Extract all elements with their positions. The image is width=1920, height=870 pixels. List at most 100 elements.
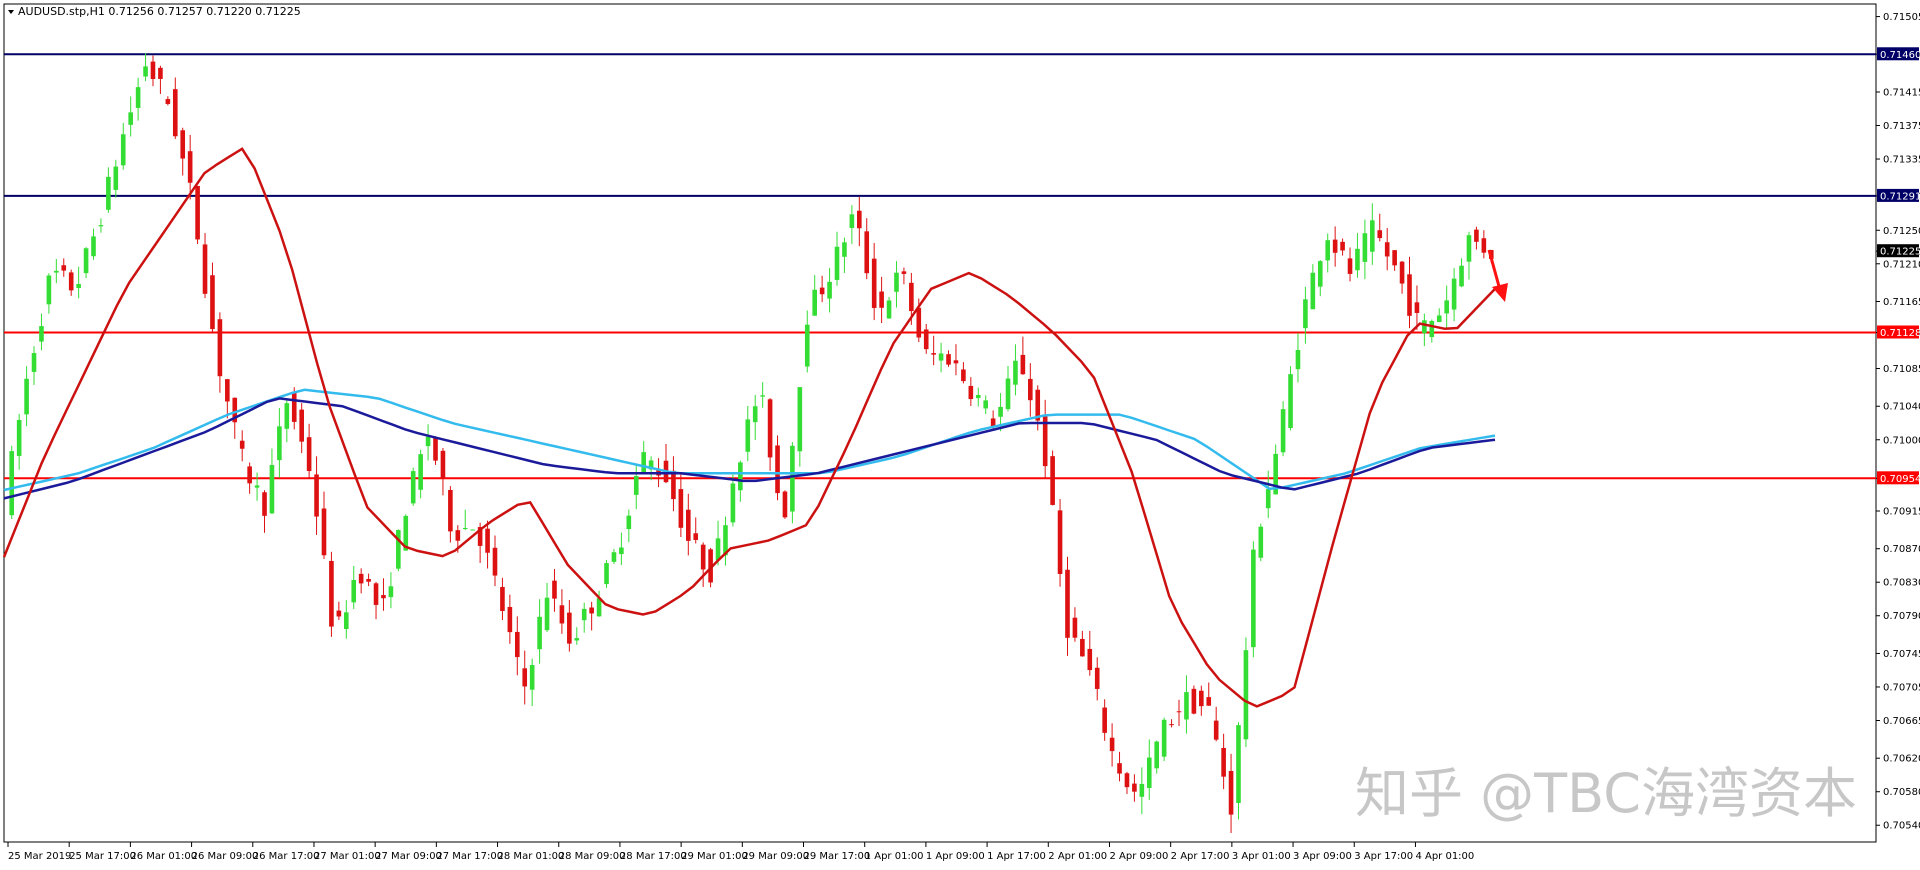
bull-candle xyxy=(24,378,29,415)
bull-candle xyxy=(284,403,290,429)
bear-candle xyxy=(864,231,870,274)
bear-candle xyxy=(1020,354,1026,375)
y-tick-label: 0.71165 xyxy=(1883,297,1920,308)
y-tick-label: 0.70665 xyxy=(1883,716,1920,727)
bull-candle xyxy=(1005,378,1011,410)
bear-candle xyxy=(775,445,780,494)
bear-candle xyxy=(909,282,914,312)
bull-candle xyxy=(418,454,423,490)
bear-candle xyxy=(507,606,513,633)
y-tick-label: 0.70830 xyxy=(1883,578,1920,589)
bear-candle xyxy=(767,399,773,458)
bear-candle xyxy=(901,271,907,274)
bull-candle xyxy=(1362,233,1368,262)
y-tick-label: 0.70540 xyxy=(1883,821,1920,832)
bear-candle xyxy=(500,586,505,611)
x-tick-label: 27 Mar 17:00 xyxy=(436,851,503,862)
x-tick-label: 29 Mar 09:00 xyxy=(742,851,809,862)
bull-candle xyxy=(804,324,810,367)
bear-candle xyxy=(1399,261,1405,284)
bull-candle xyxy=(1139,783,1145,797)
bull-candle xyxy=(1429,320,1435,338)
y-tick-label: 0.71505 xyxy=(1883,12,1920,23)
bull-candle xyxy=(143,66,148,77)
bull-candle xyxy=(715,538,721,561)
bear-candle xyxy=(321,508,327,556)
chart-window: AUDUSD.stp,H1 0.71256 0.71257 0.71220 0.… xyxy=(0,0,1920,870)
bear-candle xyxy=(440,450,446,479)
bull-candle xyxy=(1146,757,1152,788)
x-tick-label: 28 Mar 09:00 xyxy=(559,851,626,862)
bull-candle xyxy=(752,406,758,423)
bear-candle xyxy=(172,89,178,137)
bear-candle xyxy=(1176,711,1182,713)
bull-candle xyxy=(849,214,855,228)
bull-candle xyxy=(76,284,81,288)
y-tick-label: 0.70620 xyxy=(1883,754,1920,765)
bull-candle xyxy=(106,176,111,210)
x-tick-label: 27 Mar 01:00 xyxy=(314,851,381,862)
chart-header: AUDUSD.stp,H1 0.71256 0.71257 0.71220 0.… xyxy=(18,5,301,18)
bull-candle xyxy=(1466,235,1472,262)
bear-candle xyxy=(589,607,594,614)
bull-candle xyxy=(574,638,580,641)
x-tick-label: 28 Mar 01:00 xyxy=(498,851,565,862)
bear-candle xyxy=(455,530,461,541)
bear-candle xyxy=(693,533,699,540)
x-tick-label: 29 Mar 17:00 xyxy=(804,851,871,862)
bear-candle xyxy=(1474,229,1479,242)
bull-candle xyxy=(46,275,52,305)
bear-candle xyxy=(485,528,490,553)
bear-candle xyxy=(968,385,974,400)
bear-candle xyxy=(1332,239,1338,253)
bull-candle xyxy=(1444,300,1449,314)
bull-candle xyxy=(581,608,587,621)
price-label-2: 0.71128 xyxy=(1880,328,1920,339)
x-tick-label: 27 Mar 09:00 xyxy=(375,851,442,862)
bull-candle xyxy=(1288,374,1293,429)
bull-candle xyxy=(1303,299,1308,329)
bull-candle xyxy=(410,471,416,504)
x-tick-label: 3 Apr 01:00 xyxy=(1232,851,1291,862)
bear-candle xyxy=(1080,638,1085,657)
bull-candle xyxy=(797,387,803,452)
bear-candle xyxy=(1414,302,1420,313)
bull-candle xyxy=(1243,650,1249,740)
bull-candle xyxy=(611,552,617,562)
bear-candle xyxy=(1072,617,1078,638)
bull-candle xyxy=(39,326,44,342)
x-tick-label: 25 Mar 2019 xyxy=(8,851,71,862)
bull-candle xyxy=(1436,315,1442,323)
y-tick-label: 0.71085 xyxy=(1883,364,1920,375)
bull-candle xyxy=(641,452,646,473)
y-tick-label: 0.71415 xyxy=(1883,87,1920,98)
bull-candle xyxy=(633,476,639,495)
bear-candle xyxy=(567,612,572,644)
bull-candle xyxy=(886,300,892,319)
bull-candle xyxy=(462,527,468,529)
x-tick-label: 29 Mar 01:00 xyxy=(681,851,748,862)
bear-candle xyxy=(1132,783,1137,792)
bull-candle xyxy=(1265,489,1271,509)
bull-candle xyxy=(1013,360,1018,385)
bull-candle xyxy=(396,530,401,569)
y-tick-label: 0.70870 xyxy=(1883,544,1920,555)
bear-candle xyxy=(946,354,951,365)
bull-candle xyxy=(1310,272,1316,310)
bull-candle xyxy=(91,236,96,257)
bear-candle xyxy=(61,265,67,271)
x-tick-label: 2 Apr 17:00 xyxy=(1171,851,1230,862)
bear-candle xyxy=(819,287,825,295)
bull-candle xyxy=(113,166,119,190)
bear-candle xyxy=(1206,697,1212,706)
bull-candle xyxy=(269,465,275,514)
x-tick-label: 26 Mar 17:00 xyxy=(253,851,320,862)
bear-candle xyxy=(373,583,379,605)
bull-candle xyxy=(738,462,743,491)
y-tick-label: 0.71250 xyxy=(1883,226,1920,237)
bear-candle xyxy=(433,437,438,461)
bear-candle xyxy=(262,492,267,516)
x-tick-label: 26 Mar 09:00 xyxy=(192,851,259,862)
bear-candle xyxy=(1191,688,1197,714)
bear-candle xyxy=(291,391,297,422)
